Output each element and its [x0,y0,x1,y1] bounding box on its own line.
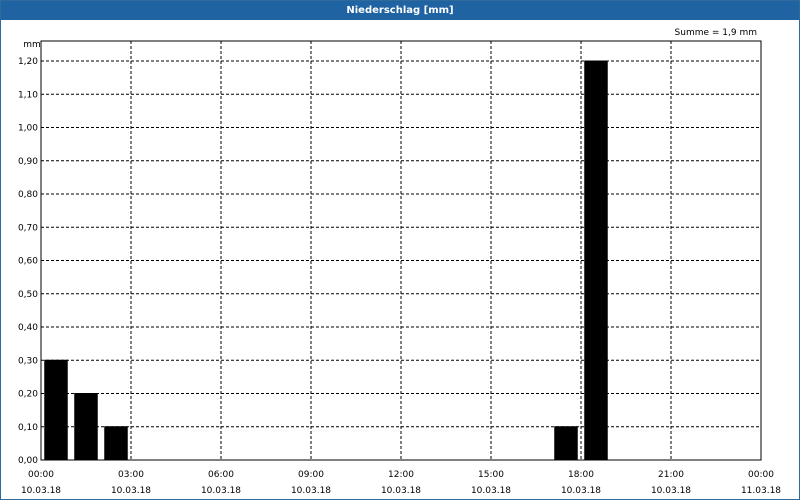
y-tick-label: 0,10 [18,423,38,433]
chart-window: Niederschlag [mm] 0,00 0,10 0,20 0,30 0,40 0,… [0,0,800,500]
x-tick-date: 10.03.18 [381,486,421,496]
x-tick-date: 11.03.18 [741,486,781,496]
x-tick-date: 10.03.18 [561,486,601,496]
x-tick-date: 10.03.18 [651,486,691,496]
y-tick-label: 0,60 [18,257,38,267]
x-tick-date: 10.03.18 [291,486,331,496]
sum-annotation: Summe = 1,9 mm [675,28,757,38]
precipitation-bar [584,60,608,461]
x-tick-time: 15:00 [478,470,504,480]
y-tick-label: 1,00 [18,124,38,134]
y-tick-label: 0,00 [18,456,38,466]
axis-labels: 0,00 0,10 0,20 0,30 0,40 0,50 0,60 0,70 0,80 0,90… [18,57,781,496]
x-tick-time: 09:00 [298,470,324,480]
x-tick-time: 06:00 [208,470,234,480]
y-tick-label: 0,70 [18,223,38,233]
y-tick-label: 1,20 [18,57,38,67]
x-tick-date: 10.03.18 [111,486,151,496]
y-tick-label: 0,50 [18,290,38,300]
x-tick-time: 00:00 [748,470,774,480]
precipitation-chart: 0,00 0,10 0,20 0,30 0,40 0,50 0,60 0,70 0,80 0,90… [18,28,781,496]
y-tick-label: 0,20 [18,390,38,400]
y-tick-label: 0,90 [18,157,38,167]
x-tick-time: 00:00 [28,470,54,480]
precipitation-bar [74,393,98,461]
precipitation-bar [44,359,68,461]
precipitation-bar [554,426,578,461]
y-tick-label: 0,40 [18,323,38,333]
x-tick-time: 12:00 [388,470,414,480]
x-tick-date: 10.03.18 [21,486,61,496]
grid-lines [41,41,761,460]
y-tick-label: 1,10 [18,90,38,100]
x-tick-time: 18:00 [568,470,594,480]
x-tick-date: 10.03.18 [471,486,511,496]
y-tick-label: 0,30 [18,356,38,366]
x-tick-time: 03:00 [118,470,144,480]
precipitation-bar [104,426,128,461]
y-tick-label: 0,80 [18,190,38,200]
x-tick-time: 21:00 [658,470,684,480]
x-tick-date: 10.03.18 [201,486,241,496]
window-title: Niederschlag [mm] [1,1,799,20]
y-axis-unit-label: mm [23,40,41,50]
